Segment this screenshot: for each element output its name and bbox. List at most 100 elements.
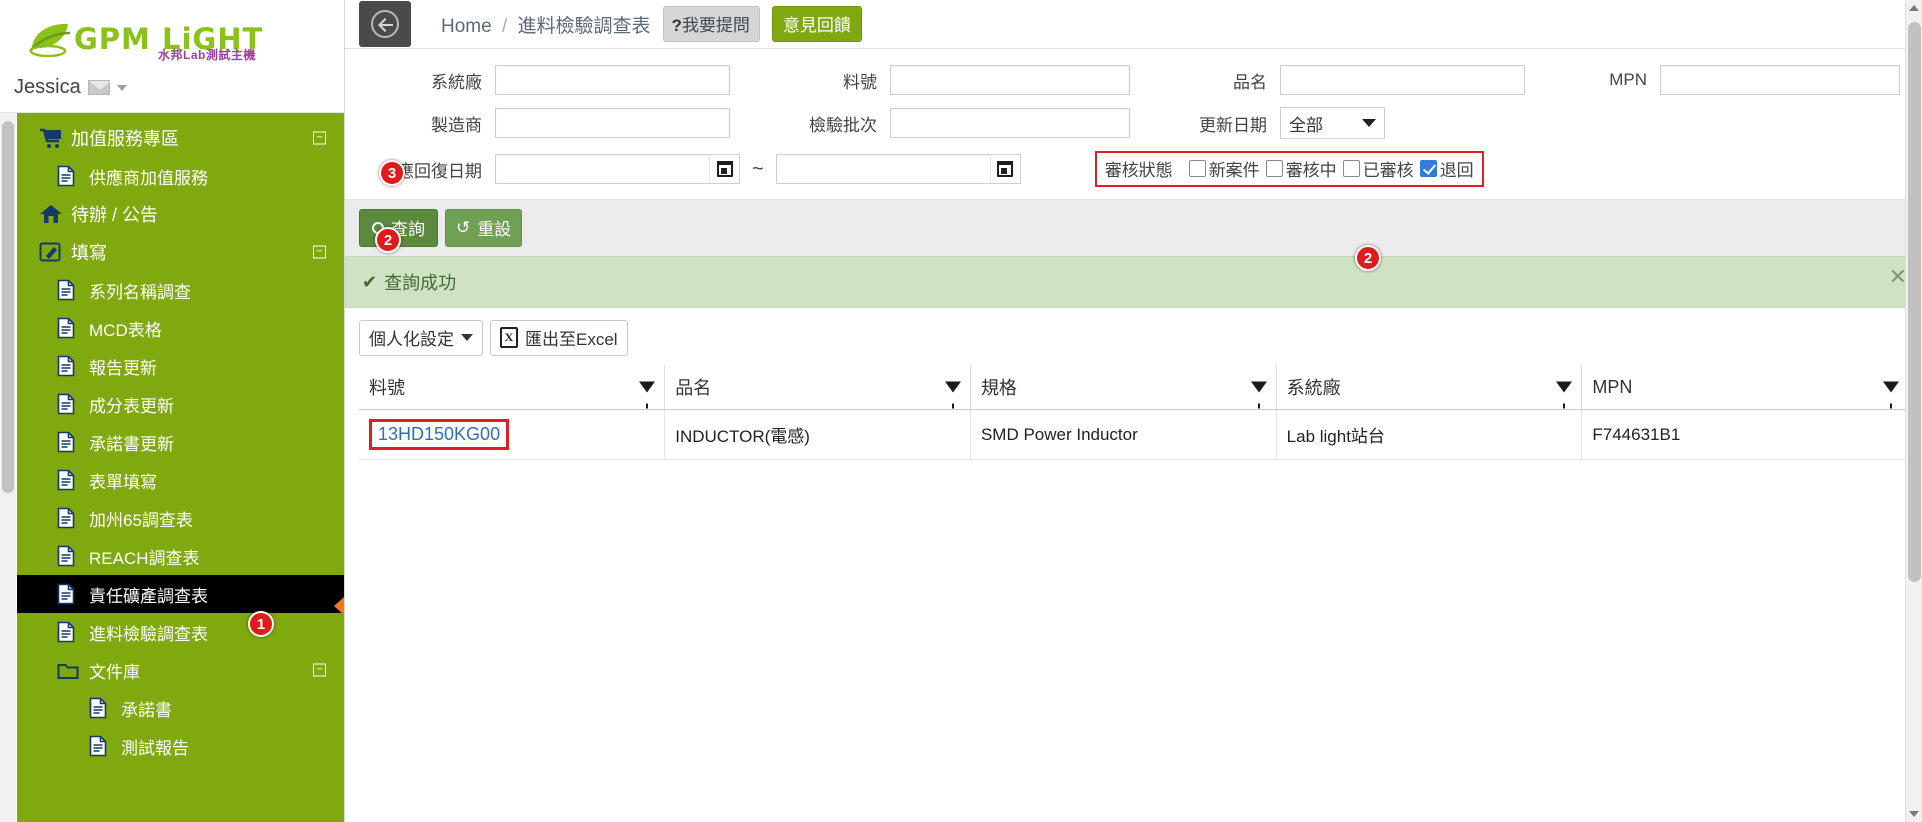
- checkbox[interactable]: [1188, 160, 1206, 177]
- sidebar-item-label: 承諾書: [121, 700, 172, 720]
- table-column-header-0[interactable]: 料號: [359, 365, 666, 410]
- breadcrumb: Home / 進料檢驗調查表: [441, 11, 651, 38]
- sidebar-scroll-thumb[interactable]: [2, 121, 14, 493]
- filter-icon[interactable]: [1250, 381, 1267, 409]
- sidebar-item-6[interactable]: 報告更新: [17, 347, 344, 385]
- document-icon: [57, 621, 87, 643]
- filter-icon[interactable]: [1883, 381, 1899, 409]
- table-column-header-2[interactable]: 規格: [970, 365, 1277, 410]
- personalize-label: 個人化設定: [369, 330, 454, 349]
- filter-icon[interactable]: [944, 381, 961, 409]
- sidebar-item-13[interactable]: 進料檢驗調查表: [17, 613, 344, 651]
- product-name-input[interactable]: [1280, 65, 1525, 95]
- sidebar-collapse-button[interactable]: [359, 1, 411, 47]
- field-part-number: 料號: [795, 65, 1130, 95]
- export-excel-button[interactable]: X 匯出至Excel: [490, 320, 628, 356]
- document-icon: [57, 165, 87, 187]
- arrow-up-icon[interactable]: [1909, 5, 1919, 11]
- brand-area: GPM LiGHT 水邦Lab測試主機 Jessica: [0, 0, 344, 113]
- sidebar-item-9[interactable]: 表單填寫: [17, 461, 344, 499]
- date-range-separator: ~: [752, 157, 764, 180]
- pencil-square-icon: [39, 241, 69, 263]
- document-icon: [89, 697, 119, 719]
- part-number-input[interactable]: [890, 65, 1130, 95]
- document-icon: [89, 735, 119, 757]
- sidebar-item-4[interactable]: 系列名稱調查: [17, 271, 344, 309]
- sidebar-item-10[interactable]: 加州65調查表: [17, 499, 344, 537]
- mail-icon[interactable]: [87, 80, 111, 95]
- chevron-down-icon: [461, 334, 473, 341]
- ask-question-button[interactable]: ?我要提問: [662, 6, 760, 42]
- sidebar-item-toggle-icon[interactable]: −: [313, 131, 326, 145]
- field-manufacturer: 製造商: [345, 108, 730, 138]
- breadcrumb-home[interactable]: Home: [441, 16, 492, 37]
- review-status-option-2[interactable]: 已審核: [1342, 156, 1414, 181]
- table-column-header-1[interactable]: 品名: [664, 365, 971, 410]
- manufacturer-input[interactable]: [495, 108, 730, 138]
- sidebar-item-8[interactable]: 承諾書更新: [17, 423, 344, 461]
- sidebar-item-5[interactable]: MCD表格: [17, 309, 344, 347]
- table-column-header-label: 規格: [980, 378, 1017, 398]
- reply-date-to-input[interactable]: [775, 154, 1021, 184]
- sidebar-item-14[interactable]: 文件庫 −: [17, 651, 344, 689]
- document-icon: [57, 317, 87, 339]
- mpn-input[interactable]: [1660, 65, 1900, 95]
- table-column-header-label: MPN: [1592, 376, 1633, 397]
- update-date-select[interactable]: 全部: [1280, 107, 1385, 139]
- logo[interactable]: GPM LiGHT 水邦Lab測試主機: [28, 10, 278, 68]
- feedback-button[interactable]: 意見回饋: [771, 6, 862, 42]
- sidebar-item-label: 進料檢驗調查表: [89, 624, 208, 644]
- review-status-option-label: 已審核: [1362, 161, 1414, 180]
- reply-date-from-input[interactable]: [495, 154, 740, 184]
- sidebar-item-3[interactable]: 填寫 −: [17, 233, 344, 271]
- field-label: 系統廠: [431, 72, 482, 92]
- user-menu[interactable]: Jessica: [14, 76, 127, 99]
- sidebar-item-7[interactable]: 成分表更新: [17, 385, 344, 423]
- home-icon: [39, 203, 69, 225]
- table-column-header-label: 品名: [675, 378, 712, 398]
- chevron-down-icon[interactable]: [116, 84, 127, 91]
- calendar-icon[interactable]: [709, 155, 739, 183]
- table-column-header-4[interactable]: MPN: [1581, 365, 1908, 410]
- inspection-batch-input[interactable]: [890, 108, 1130, 138]
- review-status-group: 審核狀態 新案件 審核中 已審核 退回: [1094, 151, 1484, 187]
- sidebar-item-label: 填寫: [71, 243, 107, 263]
- page-scroll-thumb[interactable]: [1908, 22, 1921, 582]
- system-factory-input[interactable]: [495, 65, 730, 95]
- sidebar-item-toggle-icon[interactable]: −: [313, 245, 326, 259]
- sidebar-item-1[interactable]: 供應商加值服務: [17, 157, 344, 195]
- review-status-option-0[interactable]: 新案件: [1188, 156, 1260, 181]
- review-status-option-3[interactable]: 退回: [1419, 156, 1474, 181]
- filter-icon[interactable]: [639, 381, 656, 409]
- reset-button[interactable]: ↺ 重設: [445, 209, 523, 247]
- sidebar-item-15[interactable]: 承諾書: [17, 689, 344, 727]
- review-status-option-label: 退回: [1439, 161, 1474, 180]
- search-form: 系統廠 料號 品名 MPN 製造商 檢驗批次 更新日期 全部 應回復日期 ~ 審…: [345, 49, 1922, 271]
- document-icon: [57, 469, 87, 491]
- review-status-option-1[interactable]: 審核中: [1265, 156, 1337, 181]
- part-number-link[interactable]: 13HD150KG00: [369, 419, 510, 450]
- main-content: Home / 進料檢驗調查表 ?我要提問 意見回饋 系統廠 料號 品名 MPN …: [345, 0, 1922, 822]
- calendar-icon[interactable]: [989, 155, 1020, 183]
- checkbox[interactable]: [1265, 160, 1283, 177]
- field-update-date: 更新日期 全部: [1190, 107, 1385, 139]
- sidebar-item-12[interactable]: 責任礦產調查表: [17, 575, 344, 613]
- sidebar-item-2[interactable]: 待辦 / 公告: [17, 195, 344, 233]
- sidebar-item-toggle-icon[interactable]: −: [313, 663, 326, 677]
- breadcrumb-current: 進料檢驗調查表: [517, 15, 651, 37]
- filter-icon[interactable]: [1556, 381, 1573, 409]
- document-icon: [57, 393, 87, 415]
- checkbox[interactable]: [1342, 160, 1360, 177]
- sidebar-scrollbar[interactable]: [0, 113, 16, 822]
- table-column-header-label: 料號: [369, 378, 405, 398]
- table-column-header-3[interactable]: 系統廠: [1276, 365, 1583, 410]
- personalize-settings-button[interactable]: 個人化設定: [359, 320, 483, 356]
- sidebar-item-label: 加值服務專區: [71, 129, 179, 149]
- sidebar-item-16[interactable]: 測試報告: [17, 727, 344, 765]
- sidebar-item-label: REACH調查表: [89, 548, 200, 568]
- sidebar-item-0[interactable]: 加值服務專區 −: [17, 119, 344, 157]
- sidebar-item-11[interactable]: REACH調查表: [17, 537, 344, 575]
- arrow-down-icon[interactable]: [1909, 811, 1919, 817]
- checkbox[interactable]: [1419, 160, 1437, 177]
- page-scrollbar[interactable]: [1905, 0, 1922, 822]
